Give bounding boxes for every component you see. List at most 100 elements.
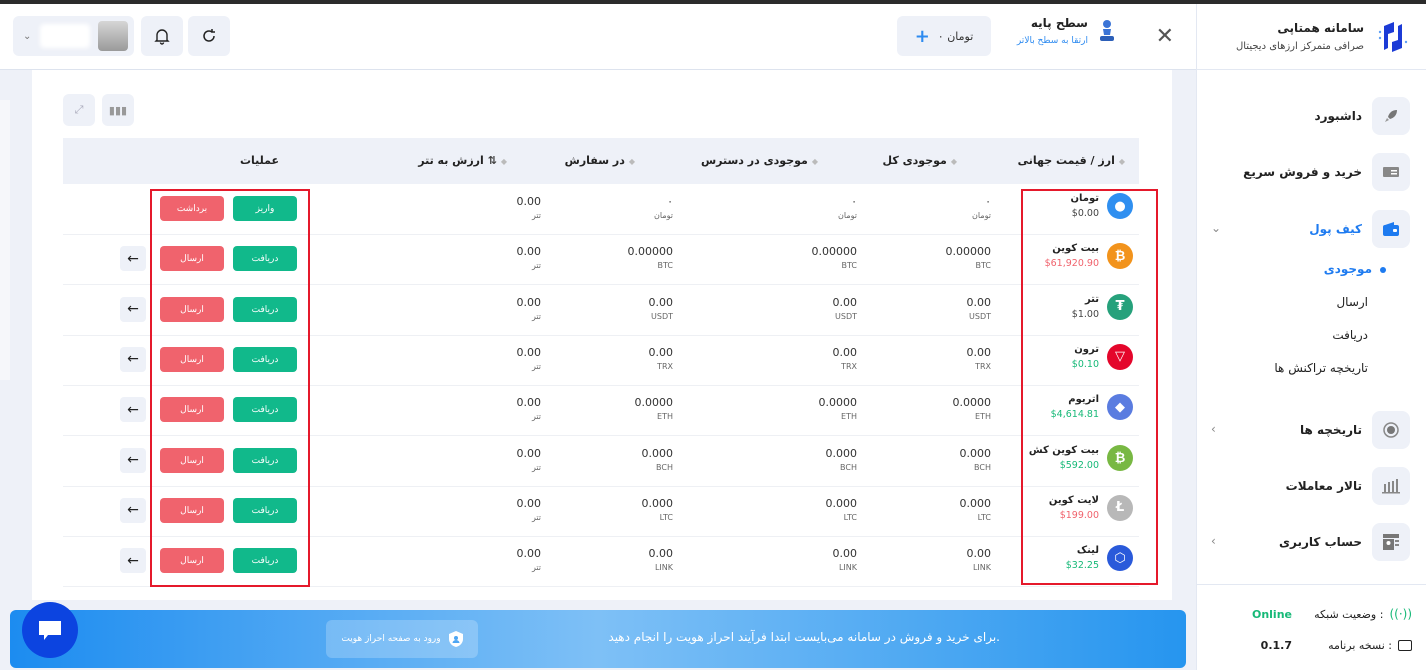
sort-icon: ◆: [500, 157, 507, 166]
sidebar-sub-receive[interactable]: دریافت: [1332, 328, 1368, 342]
chevron-left-icon[interactable]: ‹: [1211, 422, 1216, 436]
app-version-value: 0.1.7: [1260, 639, 1292, 652]
sidebar-item-trading-hall[interactable]: تالار معاملات: [1286, 467, 1410, 505]
rocket-icon: [1372, 97, 1410, 135]
refresh-button[interactable]: [188, 16, 230, 56]
chat-button[interactable]: [22, 602, 78, 658]
cash-icon: [1372, 153, 1410, 191]
sidebar-footer: وضعیت شبکه : ((·)) Online نسخه برنامه : …: [1197, 584, 1426, 652]
total-balance-cell: 0.000 BCH: [959, 446, 992, 472]
usdt-value-cell: 0.00 تتر: [516, 547, 542, 573]
kyc-page-button[interactable]: ورود به صفحه احراز هویت: [326, 620, 478, 658]
total-balance-cell: 0.0000 ETH: [952, 396, 992, 422]
available-balance-cell: ۰ تومان: [838, 195, 857, 220]
fullscreen-button[interactable]: ⤢: [63, 94, 95, 126]
columns-icon: ▮▮▮: [108, 103, 128, 117]
chevron-down-icon[interactable]: ⌄: [1211, 221, 1221, 235]
refresh-icon: [203, 29, 215, 42]
kyc-banner: برای خرید و فروش در سامانه می‌بایست ابتد…: [10, 610, 1186, 668]
notifications-button[interactable]: [141, 16, 183, 56]
available-balance-cell: 0.00000 BTC: [811, 245, 858, 271]
usdt-value-cell: 0.00 تتر: [516, 496, 542, 522]
brand: سامانه همتاپی صرافی متمرکز ارزهای دیجیتا…: [1197, 4, 1426, 70]
header-total[interactable]: موجودی کل ◆: [883, 154, 957, 167]
chevron-down-icon: ⌄: [23, 30, 32, 42]
bell-icon: [154, 29, 170, 45]
available-balance-cell: 0.0000 ETH: [818, 396, 858, 422]
user-menu[interactable]: ⌄: [13, 16, 134, 56]
sort-order-icon: ⇅: [487, 154, 497, 167]
network-status: وضعیت شبکه : ((·)) Online: [1251, 607, 1412, 621]
sort-icon: ◆: [1118, 157, 1125, 166]
user-level: سطح پایه ارتقا به سطح بالاتر: [1017, 16, 1116, 46]
in-order-cell: 0.00000 BTC: [627, 245, 674, 271]
profile-icon: [1372, 523, 1410, 561]
available-balance-cell: 0.000 BCH: [825, 446, 858, 472]
active-dot: [1380, 266, 1386, 273]
arrow-left-icon[interactable]: ←: [120, 397, 146, 423]
total-balance-cell: ۰ تومان: [972, 195, 991, 220]
header-in-order[interactable]: در سفارش ◆: [565, 154, 635, 167]
avatar: [97, 21, 128, 51]
sidebar-sub-send[interactable]: ارسال: [1336, 295, 1368, 309]
monitor-icon: [1398, 640, 1412, 651]
arrow-left-icon[interactable]: ←: [120, 246, 146, 272]
arrow-left-icon[interactable]: ←: [120, 296, 146, 322]
sidebar-item-quick-trade[interactable]: خرید و فروش سریع: [1243, 153, 1410, 191]
sidebar-item-history[interactable]: تاریخچه ها: [1300, 411, 1410, 449]
kyc-message: برای خرید و فروش در سامانه می‌بایست ابتد…: [608, 630, 1000, 644]
sidebar-item-dashboard[interactable]: داشبورد: [1314, 97, 1410, 135]
header-available[interactable]: موجودی در دسترس ◆: [701, 154, 818, 167]
highlight-operations-column: [150, 189, 310, 587]
available-balance-cell: 0.000 LTC: [825, 496, 858, 522]
available-balance-cell: 0.00 USDT: [832, 295, 858, 321]
signal-icon: ((·)): [1389, 607, 1412, 621]
available-balance-cell: 0.00 LINK: [832, 547, 858, 573]
columns-button[interactable]: ▮▮▮: [102, 94, 134, 126]
header-operations: عملیات: [239, 154, 279, 167]
sidebar-item-wallet[interactable]: کیف پول: [1309, 210, 1410, 248]
header-usdt-value[interactable]: ارزش به تتر ⇅ ◆: [418, 154, 507, 167]
total-balance-cell: 0.000 LTC: [959, 496, 992, 522]
sort-icon: ◆: [628, 157, 635, 166]
arrow-left-icon[interactable]: ←: [120, 447, 146, 473]
upgrade-link[interactable]: ارتقا به سطح بالاتر: [1017, 36, 1088, 46]
shield-user-icon: [448, 631, 463, 647]
sidebar-sub-transactions[interactable]: تاریخچه تراکنش ها: [1274, 361, 1368, 375]
pawn-icon: [1100, 20, 1114, 41]
brand-subtitle: صرافی متمرکز ارزهای دیجیتال: [1235, 41, 1364, 52]
in-order-cell: 0.000 BCH: [641, 446, 674, 472]
balance-button[interactable]: + ۰ تومان: [897, 16, 991, 56]
username-blurred: [39, 24, 90, 48]
plan-title: سطح پایه: [1030, 16, 1088, 30]
chart-icon: [1372, 467, 1410, 505]
close-icon[interactable]: ✕: [1156, 24, 1174, 49]
top-header: ✕ سطح پایه ارتقا به سطح بالاتر + ۰ تومان…: [0, 4, 1196, 70]
total-balance-cell: 0.00 LINK: [966, 547, 992, 573]
in-order-cell: ۰ تومان: [654, 195, 673, 220]
chevron-left-icon[interactable]: ‹: [1211, 534, 1216, 548]
arrow-left-icon[interactable]: ←: [120, 548, 146, 574]
in-order-cell: 0.000 LTC: [641, 496, 674, 522]
plus-icon: +: [914, 25, 930, 47]
chat-icon: [39, 621, 61, 640]
usdt-value-cell: 0.00 تتر: [516, 195, 542, 220]
arrow-left-icon[interactable]: ←: [120, 346, 146, 372]
arrow-left-icon[interactable]: ←: [120, 497, 146, 523]
in-order-cell: 0.00 USDT: [648, 295, 674, 321]
sidebar-item-account[interactable]: حساب کاربری: [1279, 523, 1410, 561]
wallet-icon: [1372, 210, 1410, 248]
header-currency[interactable]: ارز / قیمت جهانی ◆: [1018, 154, 1125, 167]
in-order-cell: 0.00 LINK: [648, 547, 674, 573]
total-balance-cell: 0.00000 BTC: [945, 245, 992, 271]
total-balance-cell: 0.00 USDT: [966, 295, 992, 321]
expand-icon: ⤢: [74, 103, 84, 116]
sidebar: سامانه همتاپی صرافی متمرکز ارزهای دیجیتا…: [1196, 4, 1426, 670]
brand-title: سامانه همتاپی: [1277, 21, 1364, 35]
balance-label: ۰ تومان: [937, 29, 974, 43]
usdt-value-cell: 0.00 تتر: [516, 245, 542, 271]
logo-icon: [1378, 21, 1408, 52]
usdt-value-cell: 0.00 تتر: [516, 396, 542, 422]
sidebar-sub-balance[interactable]: موجودی: [1324, 262, 1386, 276]
left-pane: [0, 100, 10, 380]
